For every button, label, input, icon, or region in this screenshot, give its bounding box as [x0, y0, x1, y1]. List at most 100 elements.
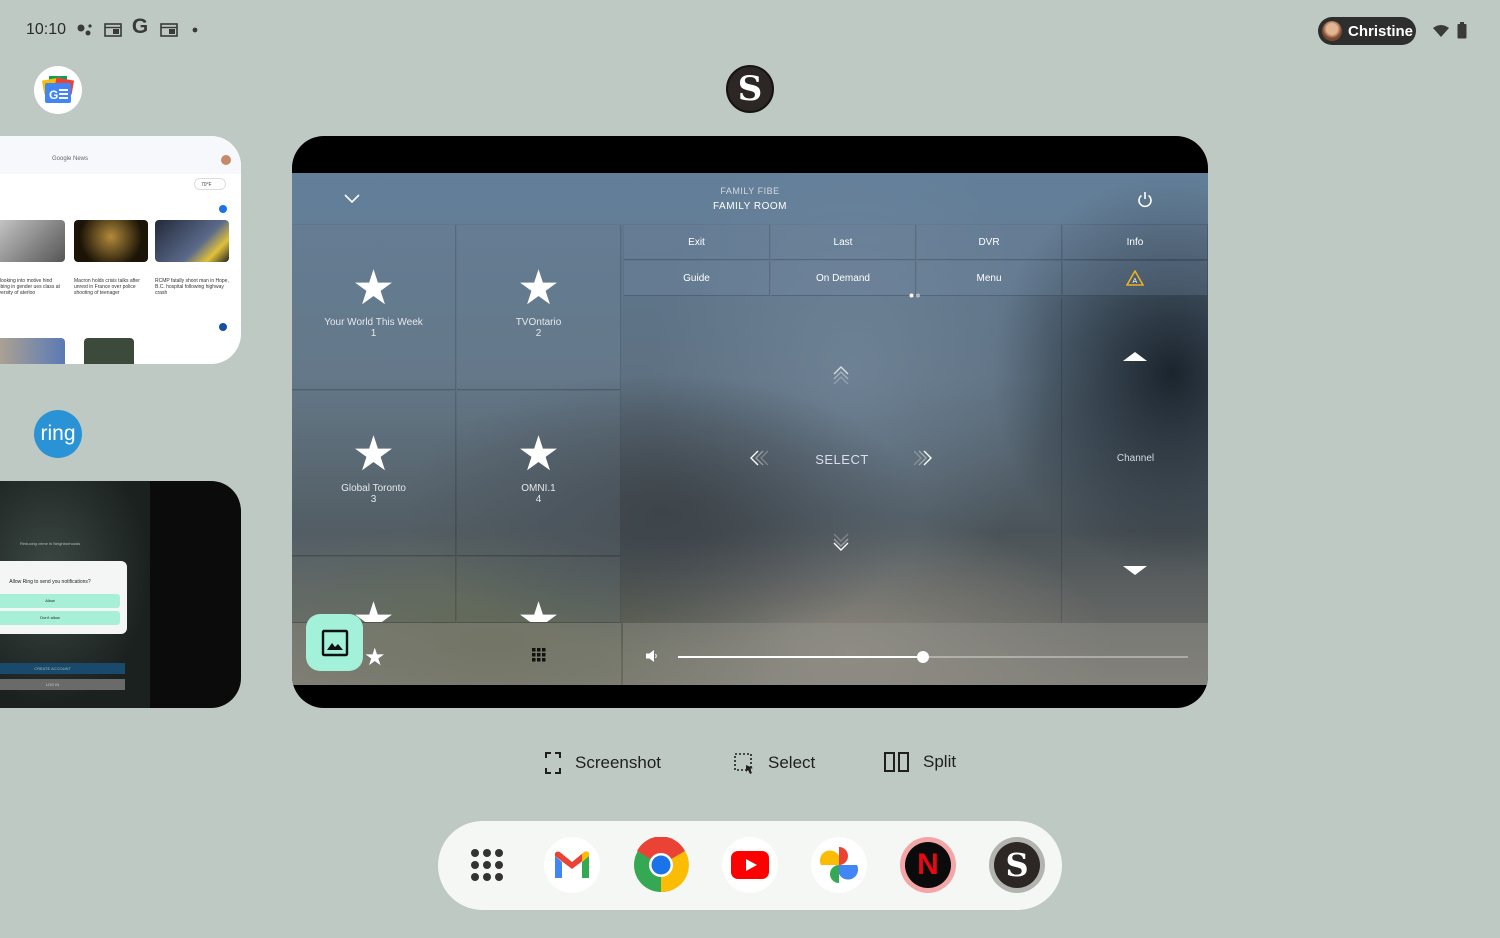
login-button[interactable]: LOG IN: [0, 679, 125, 690]
accessibility-warning-button[interactable]: A: [1063, 261, 1208, 296]
create-account-button[interactable]: CREATE ACCOUNT: [0, 663, 125, 674]
chrome-app-icon[interactable]: [633, 837, 689, 893]
article-thumbnail[interactable]: [74, 220, 148, 262]
channel-down-icon[interactable]: [1123, 562, 1147, 580]
channel-label: Channel: [1116, 453, 1155, 464]
gmail-app-icon[interactable]: [544, 837, 600, 893]
article-thumbnail[interactable]: [0, 220, 65, 262]
avatar: [221, 155, 231, 165]
provider-name: FAMILY FIBE: [720, 186, 780, 196]
star-icon: ★: [516, 428, 561, 481]
sling-app-icon[interactable]: S: [726, 65, 774, 113]
dont-allow-button[interactable]: Don't allow: [0, 611, 120, 625]
split-screen-icon: [884, 752, 909, 772]
google-news-header: [0, 136, 241, 174]
article-headline[interactable]: lice looking into motive hind stabbing i…: [0, 278, 65, 296]
exit-button[interactable]: Exit: [624, 225, 770, 260]
remote-bottom-bar-right: [623, 623, 1208, 685]
google-news-recent-card[interactable]: Google News 70°F lice looking into motiv…: [0, 136, 241, 364]
split-label: Split: [923, 752, 957, 771]
svg-text:A: A: [1133, 278, 1138, 285]
screenshot-bracket-icon: [545, 752, 561, 774]
screenshot-label: Screenshot: [575, 753, 661, 772]
channel-name: TVOntario: [515, 317, 562, 328]
avatar: [1322, 21, 1342, 41]
split-action[interactable]: Split: [884, 752, 956, 772]
channel-number: 4: [535, 494, 542, 505]
page-indicator: [909, 285, 923, 303]
favorites-star-icon[interactable]: ★: [364, 643, 386, 672]
app-grid-icon: [471, 849, 503, 881]
volume-slider-fill: [678, 656, 923, 658]
favorite-channel-6[interactable]: ★: [457, 557, 621, 623]
battery-icon: [1457, 22, 1467, 44]
warning-triangle-icon: A: [1126, 270, 1144, 286]
on-demand-button[interactable]: On Demand: [771, 261, 916, 296]
netflix-app-icon[interactable]: N: [900, 837, 956, 893]
last-button[interactable]: Last: [771, 225, 916, 260]
ring-tagline: Reducing crime in Neighborhoods: [20, 541, 81, 546]
select-button[interactable]: SELECT: [794, 452, 890, 467]
article-headline[interactable]: Macron holds crisis talks after unrest i…: [74, 278, 148, 296]
dpad-up-icon[interactable]: [833, 366, 849, 389]
volume-icon[interactable]: [646, 649, 658, 667]
keypad-grid-icon[interactable]: [532, 648, 546, 667]
star-icon: ★: [351, 428, 396, 481]
favorite-channel-2[interactable]: ★ TVOntario 2: [457, 225, 621, 390]
channel-up-icon[interactable]: [1123, 348, 1147, 366]
google-g-icon: G: [131, 15, 149, 38]
ring-app-icon[interactable]: ring: [34, 410, 82, 458]
ring-recent-card[interactable]: Reducing crime in Neighborhoods Allow Ri…: [0, 481, 241, 708]
screenshot-action[interactable]: Screenshot: [545, 752, 661, 774]
favorite-channel-3[interactable]: ★ Global Toronto 3: [292, 391, 456, 556]
user-chip[interactable]: Christine: [1318, 17, 1416, 45]
info-button[interactable]: Info: [1063, 225, 1208, 260]
article-thumbnail[interactable]: [155, 220, 229, 262]
guide-button[interactable]: Guide: [624, 261, 770, 296]
notification-permission-dialog: Allow Ring to send you notifications? Al…: [0, 561, 127, 634]
dpad-right-icon[interactable]: [913, 450, 932, 471]
youtube-app-icon[interactable]: [722, 837, 778, 893]
more-arrow-icon[interactable]: [219, 205, 227, 213]
channel-number: 2: [535, 328, 542, 339]
star-icon: ★: [516, 262, 561, 315]
more-arrow-icon[interactable]: [219, 323, 227, 331]
news-icon: [104, 22, 122, 38]
select-region-icon: [734, 753, 753, 774]
wifi-icon: [1432, 24, 1450, 43]
sling-remote-recent-card[interactable]: FAMILY FIBE FAMILY ROOM ★ Your World Thi…: [292, 136, 1208, 708]
favorite-channel-4[interactable]: ★ OMNI.1 4: [457, 391, 621, 556]
favorite-channel-5[interactable]: ★: [292, 557, 456, 623]
dpad-down-icon[interactable]: [833, 533, 849, 556]
channel-name: Your World This Week: [324, 317, 423, 328]
article-thumbnail[interactable]: [0, 338, 65, 364]
clock: 10:10: [26, 21, 67, 38]
google-photos-app-icon[interactable]: [811, 837, 867, 893]
star-icon: ★: [516, 594, 561, 623]
app-drawer-button[interactable]: [459, 837, 515, 893]
dvr-button[interactable]: DVR: [917, 225, 1062, 260]
star-icon: ★: [351, 262, 396, 315]
google-news-app-icon[interactable]: G: [34, 66, 82, 114]
weather-chip[interactable]: 70°F: [194, 178, 226, 190]
menu-button[interactable]: Menu: [917, 261, 1062, 296]
dialog-title: Allow Ring to send you notifications?: [9, 579, 91, 585]
favorite-channel-1[interactable]: ★ Your World This Week 1: [292, 225, 456, 390]
channel-name: OMNI.1: [521, 483, 556, 494]
svg-text:G: G: [49, 88, 58, 102]
article-headline[interactable]: RCMP fatally shoot man in Hope, B.C. hos…: [155, 278, 229, 296]
channel-number: 1: [370, 328, 377, 339]
article-thumbnail[interactable]: [84, 338, 134, 364]
dpad-left-icon[interactable]: [750, 450, 769, 471]
news-icon: [160, 22, 178, 38]
image-icon: [321, 629, 348, 656]
allow-button[interactable]: Allow: [0, 594, 120, 608]
select-action[interactable]: Select: [734, 752, 815, 774]
channel-number: 3: [370, 494, 377, 505]
power-icon[interactable]: [1137, 191, 1153, 213]
volume-slider-thumb[interactable]: [916, 651, 929, 663]
remote-header: [292, 173, 1208, 224]
sling-tv-app-icon[interactable]: S: [989, 837, 1045, 893]
volume-slider[interactable]: [678, 651, 1188, 663]
screenshot-image-button[interactable]: [306, 614, 363, 671]
